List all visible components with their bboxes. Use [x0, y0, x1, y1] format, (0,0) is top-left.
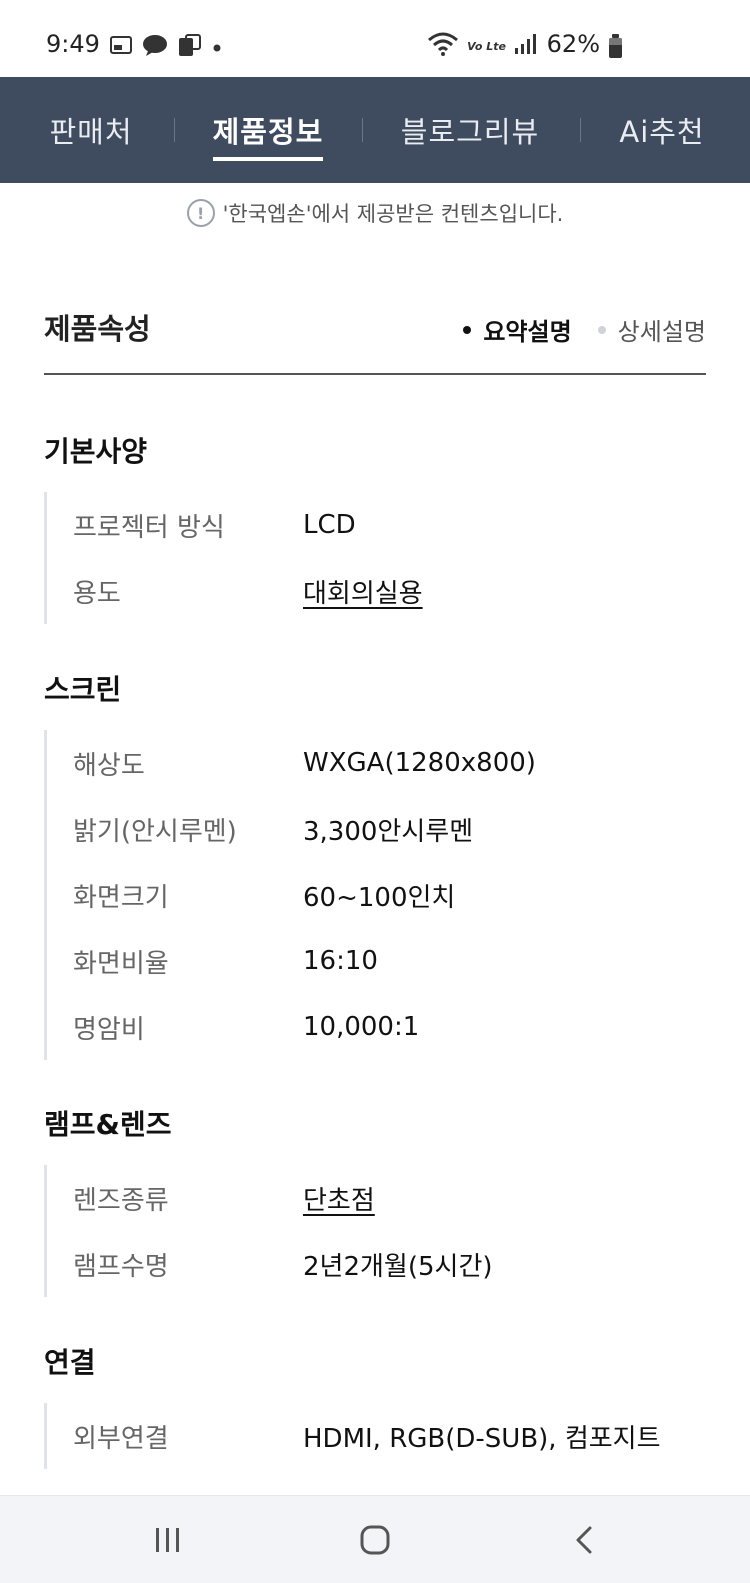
- spec-row: 밝기(안시루멘) 3,300안시루멘: [47, 796, 706, 862]
- spec-label: 렌즈종류: [73, 1185, 169, 1216]
- spec-list: 해상도 WXGA(1280x800) 밝기(안시루멘) 3,300안시루멘 화면…: [44, 730, 706, 1060]
- tab-label: 제품정보: [212, 109, 324, 161]
- dot-icon: [212, 38, 222, 57]
- section-title: 제품속성: [44, 312, 151, 346]
- group-title: 연결: [44, 1346, 96, 1379]
- home-icon[interactable]: [351, 1516, 399, 1564]
- detail-toggle[interactable]: 상세설명: [597, 312, 706, 347]
- selected-dot-icon: [463, 325, 472, 334]
- tab-sellers[interactable]: 판매처: [30, 77, 152, 183]
- tab-divider: [362, 118, 363, 142]
- spec-group-screen: 스크린 해상도 WXGA(1280x800) 밝기(안시루멘) 3,300안시루…: [44, 668, 706, 1060]
- spec-group-lamp-lens: 램프&렌즈 렌즈종류 단초점 램프수명 2년2개월(5시간): [44, 1103, 706, 1297]
- battery-percent: 62%: [546, 30, 600, 58]
- exclamation-icon: !: [186, 199, 215, 227]
- tab-product-info[interactable]: 제품정보: [200, 77, 336, 183]
- volte-icon: Vo Lte: [467, 39, 506, 53]
- spec-row: 용도 대회의실용: [47, 558, 706, 624]
- group-title: 스크린: [44, 673, 122, 706]
- spec-label: 밝기(안시루멘): [73, 816, 237, 847]
- spec-group-basic: 기본사양 프로젝터 방식 LCD 용도 대회의실용: [44, 430, 706, 624]
- status-bar: 9:49 Vo Lte 62%: [0, 0, 750, 77]
- battery-icon: [609, 34, 622, 58]
- content-source-notice: ! '한국엡손'에서 제공받은 컨텐츠입니다.: [0, 183, 750, 243]
- spec-label: 화면비율: [73, 948, 169, 979]
- tab-divider: [580, 118, 581, 142]
- spec-value: LCD: [303, 510, 356, 540]
- spec-list: 프로젝터 방식 LCD 용도 대회의실용: [44, 492, 706, 624]
- spec-row: 렌즈종류 단초점: [47, 1165, 706, 1231]
- spec-list: 외부연결 HDMI, RGB(D-SUB), 컴포지트: [44, 1403, 706, 1469]
- tab-label: Ai추천: [619, 115, 705, 149]
- spec-value: WXGA(1280x800): [303, 748, 536, 778]
- usage-link[interactable]: 대회의실용: [303, 573, 423, 610]
- spec-row: 프로젝터 방식 LCD: [47, 492, 706, 558]
- connectivity-icons: Vo Lte: [427, 32, 536, 60]
- system-navigation-bar: [0, 1495, 750, 1583]
- spec-row: 램프수명 2년2개월(5시간): [47, 1231, 706, 1297]
- spec-label: 용도: [73, 578, 121, 609]
- tab-label: 판매처: [49, 115, 133, 149]
- spec-row: 외부연결 HDMI, RGB(D-SUB), 컴포지트: [47, 1403, 706, 1469]
- spec-label: 외부연결: [73, 1423, 169, 1454]
- signal-icon: [514, 34, 536, 58]
- back-icon[interactable]: [560, 1516, 608, 1564]
- notice-text: '한국엡손'에서 제공받은 컨텐츠입니다.: [222, 202, 564, 226]
- summary-label: 요약설명: [483, 318, 572, 346]
- spec-value: 2년2개월(5시간): [303, 1251, 493, 1282]
- recent-apps-icon[interactable]: [144, 1516, 192, 1564]
- view-mode-toggle: 요약설명 상세설명: [463, 312, 706, 347]
- wifi-icon: [427, 32, 459, 60]
- notification-icons: [110, 34, 222, 60]
- spec-label: 프로젝터 방식: [73, 512, 225, 543]
- spec-group-connection: 연결 외부연결 HDMI, RGB(D-SUB), 컴포지트: [44, 1341, 706, 1469]
- status-time: 9:49: [46, 30, 100, 58]
- tab-label: 블로그리뷰: [400, 115, 540, 149]
- tab-ai-recommend[interactable]: Ai추천: [604, 77, 720, 183]
- product-tab-bar: 판매처 제품정보 블로그리뷰 Ai추천: [0, 77, 750, 183]
- spec-value: 3,300안시루멘: [303, 816, 474, 847]
- message-icon: [110, 36, 132, 58]
- group-title: 램프&렌즈: [44, 1108, 172, 1141]
- spec-label: 화면크기: [73, 882, 169, 913]
- spec-value: 10,000:1: [303, 1012, 420, 1042]
- tab-blog-reviews[interactable]: 블로그리뷰: [388, 77, 552, 183]
- product-properties-header: 제품속성 요약설명 상세설명: [44, 300, 706, 375]
- spec-value: 16:10: [303, 946, 378, 976]
- unselected-dot-icon: [597, 325, 606, 334]
- spec-label: 램프수명: [73, 1251, 169, 1282]
- spec-list: 렌즈종류 단초점 램프수명 2년2개월(5시간): [44, 1165, 706, 1297]
- spec-row: 화면비율 16:10: [47, 928, 706, 994]
- spec-label: 명암비: [73, 1014, 145, 1045]
- phone-icon: [178, 34, 202, 60]
- detail-label: 상세설명: [617, 318, 706, 346]
- spec-row: 명암비 10,000:1: [47, 994, 706, 1060]
- summary-toggle[interactable]: 요약설명: [463, 312, 572, 347]
- spec-label: 해상도: [73, 750, 145, 781]
- spec-row: 해상도 WXGA(1280x800): [47, 730, 706, 796]
- spec-value: 60~100인치: [303, 882, 456, 913]
- spec-row: 화면크기 60~100인치: [47, 862, 706, 928]
- tab-divider: [174, 118, 175, 142]
- chat-icon: [142, 34, 168, 60]
- group-title: 기본사양: [44, 435, 148, 468]
- lens-type-link[interactable]: 단초점: [303, 1180, 375, 1217]
- spec-value: HDMI, RGB(D-SUB), 컴포지트: [303, 1423, 661, 1454]
